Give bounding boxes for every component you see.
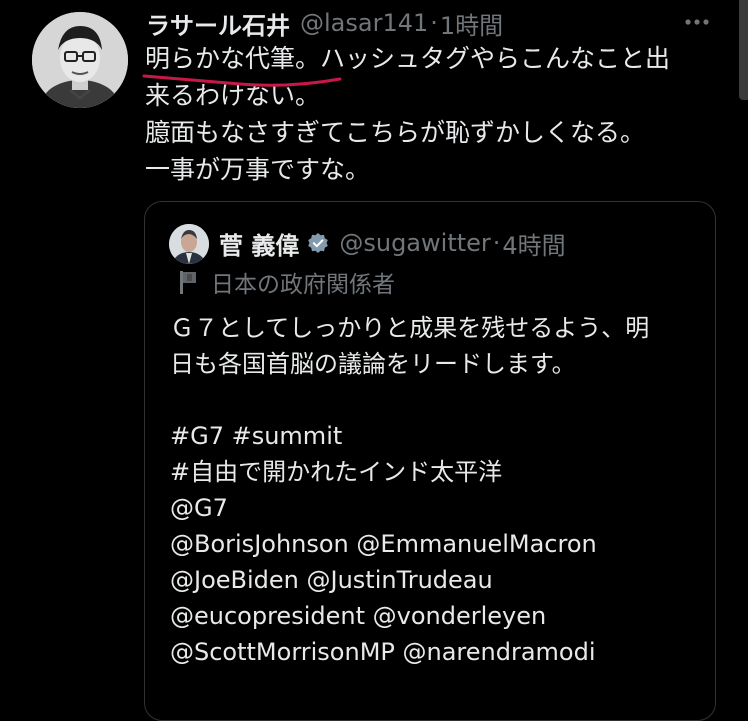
mention-line[interactable]: @BorisJohnson @EmmanuelMacron (170, 526, 710, 562)
quoted-handle[interactable]: @sugawitter (339, 229, 490, 257)
quoted-text-line (170, 382, 710, 418)
verified-badge-icon (307, 232, 329, 254)
quoted-tweet-text: Ｇ７としてしっかりと成果を残せるよう、明 日も各国首脳の議論をリードします。 #… (170, 310, 710, 670)
more-options-button[interactable] (680, 10, 714, 34)
avatar-image (32, 12, 128, 108)
quoted-header: 菅 義偉 @sugawitter · 4時間 (219, 224, 566, 262)
ellipsis-icon (685, 19, 709, 25)
quoted-avatar-image (169, 224, 209, 264)
quoted-text-line: 日も各国首脳の議論をリードします。 (170, 350, 576, 378)
hashtag-line[interactable]: #自由で開かれたインド太平洋 (170, 454, 710, 490)
mention-line[interactable]: @ScottMorrisonMP @narendramodi (170, 634, 710, 670)
government-label: 日本の政府関係者 (177, 264, 395, 300)
tweet-header: ラサール石井 @lasar141 · 1時間 (146, 6, 503, 40)
tweet-text: 明らかな代筆。ハッシュタグやらこんなこと出 来るわけない。 臆面もなさすぎてこち… (145, 44, 671, 184)
separator-dot: · (430, 9, 438, 37)
government-label-text: 日本の政府関係者 (211, 272, 395, 298)
timestamp[interactable]: 1時間 (440, 6, 503, 41)
quoted-timestamp[interactable]: 4時間 (502, 226, 565, 261)
mention-line[interactable]: @JoeBiden @JustinTrudeau (170, 562, 710, 598)
quoted-separator-dot: · (492, 229, 501, 257)
hashtag-line[interactable]: #G7 #summit (170, 418, 710, 454)
mention-line[interactable]: @eucopresident @vonderleyen (170, 598, 710, 634)
quoted-tweet-card[interactable]: 菅 義偉 @sugawitter · 4時間 日本の政府関係者 Ｇ７としてしっか… (144, 201, 716, 721)
display-name[interactable]: ラサール石井 (146, 6, 290, 41)
mention-line[interactable]: @G7 (170, 490, 710, 526)
quoted-text-line: Ｇ７としてしっかりと成果を残せるよう、明 (170, 314, 650, 342)
avatar[interactable] (32, 12, 128, 108)
user-handle[interactable]: @lasar141 (300, 9, 428, 37)
quoted-display-name[interactable]: 菅 義偉 (219, 226, 299, 261)
quoted-avatar[interactable] (169, 224, 209, 264)
scroll-indicator (739, 0, 748, 100)
flag-icon (177, 268, 199, 296)
